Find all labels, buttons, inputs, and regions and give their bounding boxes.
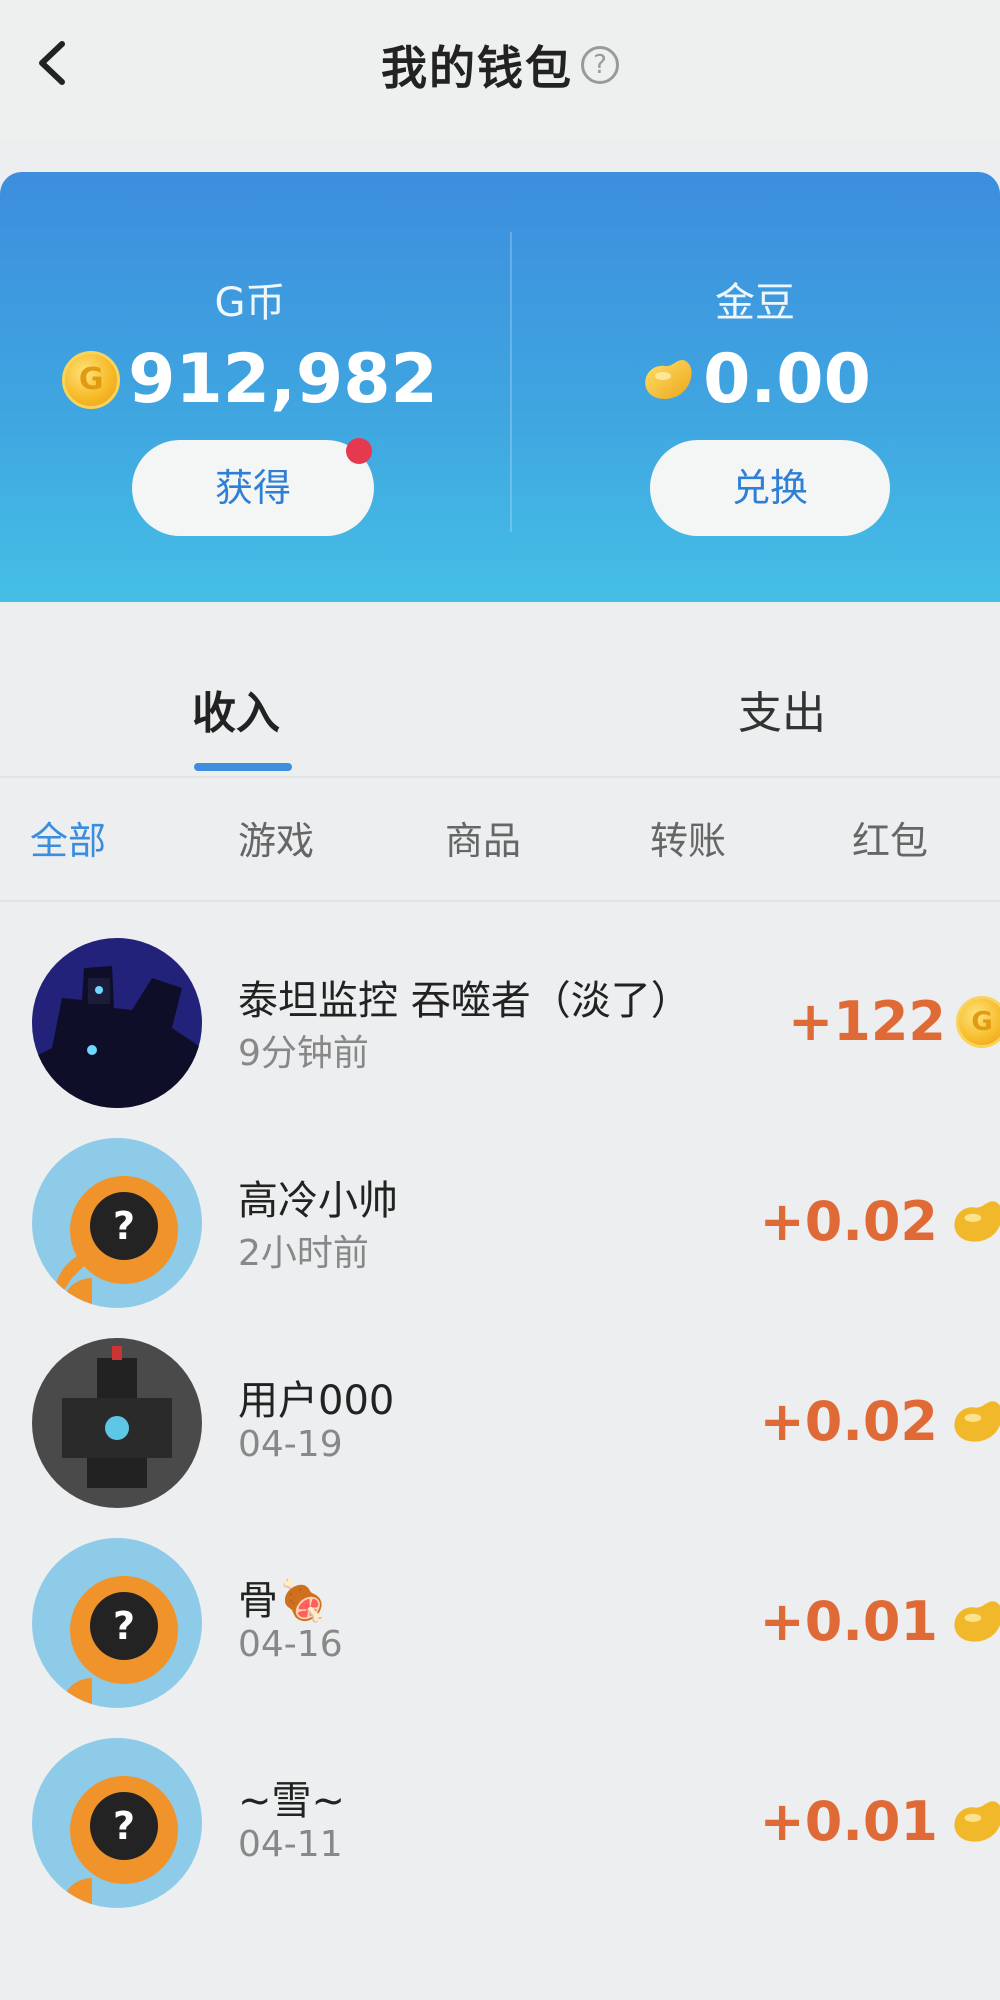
get-gcoin-button[interactable]: 获得 [132, 440, 374, 536]
transaction-amount: +0.01 [759, 1590, 938, 1653]
transaction-time: 04-19 [238, 1424, 343, 1465]
svg-text:?: ? [113, 1604, 135, 1648]
bean-icon [954, 1200, 1000, 1242]
svg-text:?: ? [113, 1204, 135, 1248]
transaction-row[interactable]: ? ~雪~ 04-11 +0.01 [0, 1720, 1000, 1920]
wallet-card: G币 912,982 获得 金豆 0.00 兑换 [0, 172, 1000, 602]
transaction-name: ~雪~ [238, 1778, 346, 1824]
gcoin-label: G币 [214, 280, 286, 326]
default-question-avatar: ? [32, 1538, 202, 1708]
filter-goods[interactable]: 商品 [445, 810, 521, 865]
transaction-time: 9分钟前 [238, 1033, 369, 1074]
default-question-avatar: ? [32, 1738, 202, 1908]
tab-expense[interactable]: 支出 [738, 677, 826, 741]
transaction-time: 2小时前 [238, 1233, 369, 1274]
transaction-amount: +0.01 [759, 1790, 938, 1853]
bean-icon [954, 1400, 1000, 1442]
transaction-amount: +0.02 [759, 1190, 938, 1253]
transaction-row[interactable]: 泰坦监控 吞噬者（淡了） 9分钟前 +122 [0, 920, 1000, 1120]
transaction-name: 用户000 [238, 1378, 395, 1424]
transaction-time: 04-16 [238, 1624, 343, 1665]
transaction-amount-wrap: +0.02 [760, 1190, 1000, 1253]
gcoin-icon [956, 995, 1000, 1048]
golden-bean-amount: 0.00 [703, 340, 871, 419]
tab-bar: 收入 支出 [0, 655, 1000, 775]
active-tab-indicator [194, 763, 292, 771]
filters-divider [0, 900, 1000, 902]
gcoin-section: G币 912,982 获得 [0, 172, 500, 602]
golden-bean-amount-row: 0.00 [510, 340, 1000, 419]
bean-icon [645, 359, 692, 399]
filter-games[interactable]: 游戏 [238, 810, 314, 865]
transaction-name: 骨🍖 [238, 1578, 328, 1624]
title-wrap: 我的钱包? [0, 32, 1000, 98]
transaction-name: 高冷小帅 [238, 1178, 398, 1224]
filter-bar: 全部 游戏 商品 转账 红包 [0, 810, 1000, 890]
transaction-amount-wrap: +122 [788, 990, 1000, 1053]
bean-icon [954, 1800, 1000, 1842]
transaction-amount-wrap: +0.02 [760, 1390, 1000, 1453]
gcoin-amount: 912,982 [128, 340, 438, 419]
transaction-name: 泰坦监控 吞噬者（淡了） [238, 978, 691, 1024]
filter-all[interactable]: 全部 [30, 810, 106, 865]
transaction-amount: +0.02 [759, 1390, 938, 1453]
gcoin-icon [62, 350, 121, 409]
transaction-amount-wrap: +0.01 [760, 1590, 1000, 1653]
exchange-button[interactable]: 兑换 [650, 440, 890, 536]
default-question-avatar: ? [32, 1138, 202, 1308]
transaction-time: 04-11 [238, 1824, 343, 1865]
notification-dot [346, 438, 372, 464]
golden-bean-label: 金豆 [715, 280, 795, 326]
transaction-row[interactable]: 用户000 04-19 +0.02 [0, 1320, 1000, 1520]
transaction-row[interactable]: ? 骨🍖 04-16 +0.01 [0, 1520, 1000, 1720]
gcoin-amount-row: 912,982 [0, 340, 500, 419]
tabs-divider [0, 776, 1000, 778]
titan-avatar [32, 938, 202, 1108]
tab-income[interactable]: 收入 [192, 677, 280, 741]
transaction-row[interactable]: ? 高冷小帅 2小时前 +0.02 [0, 1120, 1000, 1320]
filter-transfer[interactable]: 转账 [650, 810, 726, 865]
transaction-amount-wrap: +0.01 [760, 1790, 1000, 1853]
page-title: 我的钱包 [381, 41, 573, 95]
transaction-amount: +122 [788, 990, 946, 1053]
top-bar: 我的钱包? [0, 0, 1000, 140]
filter-red-packet[interactable]: 红包 [852, 810, 928, 865]
robot-avatar [32, 1338, 202, 1508]
bean-icon [954, 1600, 1000, 1642]
golden-bean-section: 金豆 0.00 兑换 [510, 172, 1000, 602]
help-icon[interactable]: ? [581, 46, 619, 84]
svg-text:?: ? [113, 1804, 135, 1848]
